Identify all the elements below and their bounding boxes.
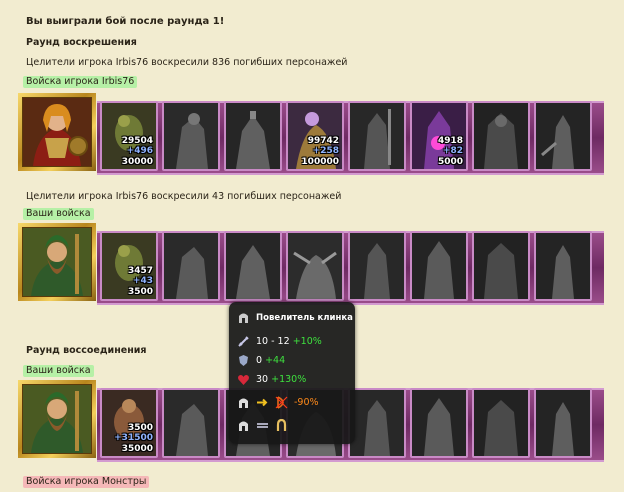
army-irbis76: 29504 +496 30000 99742 +258 100000 4918 … (0, 93, 604, 175)
unit-bonus: +31500 (114, 433, 153, 443)
unit-slot[interactable]: 3457 +43 3500 (100, 231, 158, 301)
healers-message-1: Целители игрока Irbis76 воскресили 836 п… (26, 57, 348, 68)
swords-icon (257, 423, 268, 428)
unit-slot[interactable] (286, 231, 344, 301)
unit-slot[interactable] (472, 231, 530, 301)
unit-total: 3500 (127, 287, 153, 297)
round-reunion-heading: Раунд воссоединения (26, 345, 147, 356)
helmet-icon (239, 398, 248, 408)
unit-slot[interactable]: 3500 +31500 35000 (100, 388, 158, 458)
helmet-icon (239, 421, 248, 431)
unit-total: 100000 (301, 157, 339, 167)
unit-slot[interactable]: 4918 +82 5000 (410, 101, 468, 171)
heart-icon (238, 375, 249, 385)
arrow-icon (257, 398, 268, 407)
unit-tooltip: Повелитель клинка 10 - 12 +10% 0 +44 30 … (229, 302, 355, 444)
unit-slot[interactable]: 99742 +258 100000 (286, 101, 344, 171)
unit-bonus: +258 (312, 146, 339, 156)
unit-bonus: +43 (132, 276, 153, 286)
healers-message-2: Целители игрока Irbis76 воскресили 43 по… (26, 191, 342, 202)
unit-slot[interactable] (348, 101, 406, 171)
tooltip-defense: 0 (256, 355, 263, 366)
hero-portrait[interactable] (18, 93, 96, 171)
round-resurrection-heading: Раунд воскрешения (26, 37, 137, 48)
unit-slot[interactable] (472, 388, 530, 458)
your-army-label-2: Ваши войска (23, 365, 94, 377)
unit-total: 30000 (121, 157, 153, 167)
sword-icon (238, 336, 249, 347)
unit-slot[interactable] (224, 231, 282, 301)
monsters-army-label: Войска игрока Монстры (23, 476, 150, 488)
unit-slot[interactable] (534, 101, 592, 171)
hero-portrait[interactable] (18, 380, 96, 458)
unit-slot[interactable] (162, 231, 220, 301)
your-army: 3457 +43 3500 (0, 223, 604, 305)
your-army-label: Ваши войска (23, 208, 94, 220)
unit-slot[interactable] (534, 388, 592, 458)
tooltip-defense-bonus: +44 (265, 355, 286, 366)
tooltip-health: 30 (256, 374, 269, 385)
tooltip-melee-row (237, 419, 294, 433)
bow-icon (275, 396, 288, 409)
unit-bonus: +496 (126, 146, 153, 156)
horseshoe-icon (276, 419, 287, 431)
unit-slot[interactable] (472, 101, 530, 171)
unit-slot[interactable] (410, 388, 468, 458)
unit-slot[interactable] (410, 231, 468, 301)
unit-total: 5000 (437, 157, 463, 167)
unit-bonus: +82 (442, 146, 463, 156)
unit-slot[interactable] (348, 231, 406, 301)
tooltip-defense-row: 0 +44 (237, 354, 285, 368)
tooltip-attack: 10 - 12 (256, 336, 290, 347)
helmet-icon (239, 313, 248, 323)
tooltip-health-bonus: +130% (271, 374, 307, 385)
unit-slot[interactable]: 29504 +496 30000 (100, 101, 158, 171)
battle-result-title: Вы выиграли бой после раунда 1! (26, 16, 225, 27)
unit-slot[interactable] (348, 388, 406, 458)
tooltip-attack-row: 10 - 12 +10% (237, 335, 322, 349)
tooltip-unit-name: Повелитель клинка (256, 313, 353, 323)
unit-band: 29504 +496 30000 99742 +258 100000 4918 … (97, 101, 604, 175)
unit-slot[interactable] (534, 231, 592, 301)
tooltip-header: Повелитель клинка (237, 311, 353, 325)
tooltip-ranged-penalty: -90% (294, 397, 319, 408)
unit-slot[interactable] (224, 101, 282, 171)
shield-icon (239, 355, 248, 366)
player-army-label: Войска игрока Irbis76 (23, 76, 138, 88)
unit-slot[interactable] (162, 101, 220, 171)
unit-total: 35000 (121, 444, 153, 454)
hero-portrait[interactable] (18, 223, 96, 301)
unit-band: 3457 +43 3500 (97, 231, 604, 305)
tooltip-health-row: 30 +130% (237, 373, 306, 387)
unit-slot[interactable] (162, 388, 220, 458)
tooltip-attack-bonus: +10% (292, 336, 322, 347)
tooltip-ranged-row: -90% (237, 396, 319, 410)
